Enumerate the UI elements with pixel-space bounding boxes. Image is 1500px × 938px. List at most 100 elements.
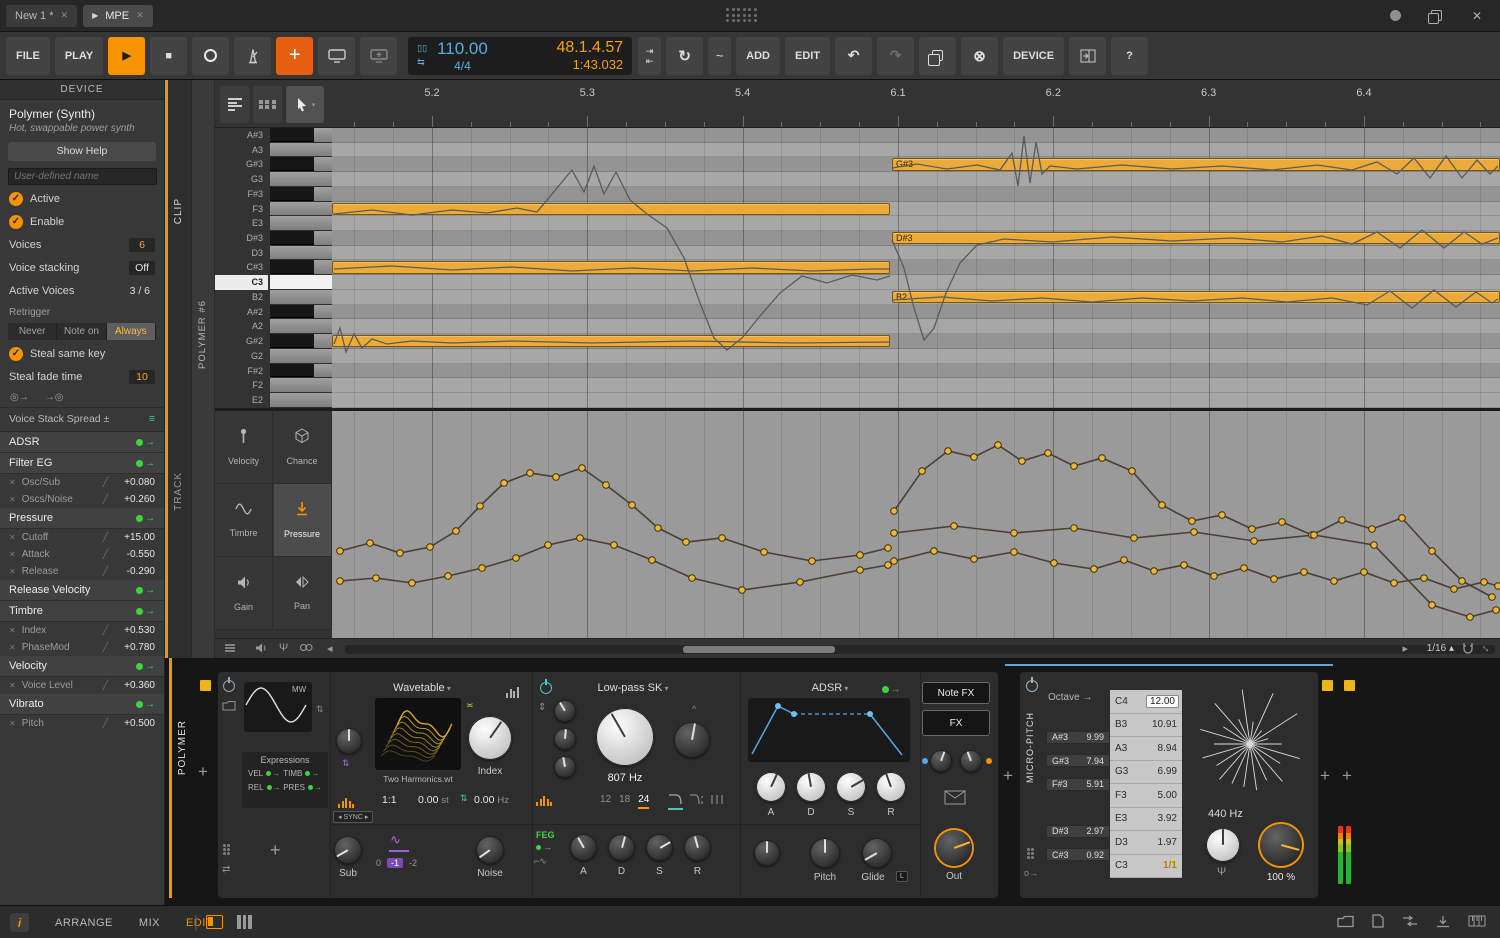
status-dot[interactable]	[1390, 10, 1401, 21]
piano-key[interactable]	[270, 143, 332, 158]
tempo-follow-button[interactable]: ~	[708, 37, 731, 75]
download-icon[interactable]	[1436, 915, 1450, 928]
micropitch-row-c4[interactable]: C412.00	[1110, 690, 1182, 714]
mod-amount-value[interactable]: +0.500	[115, 718, 155, 729]
mod-target-row[interactable]: ✕Index╱+0.530	[0, 622, 164, 639]
out-knob[interactable]	[936, 830, 972, 866]
note-grid[interactable]: G#3D#3B2	[332, 128, 1500, 408]
mod-target-row[interactable]: ✕Voice Level╱+0.360	[0, 677, 164, 694]
remove-mod-icon[interactable]: ✕	[9, 567, 16, 576]
remove-mod-icon[interactable]: ✕	[9, 681, 16, 690]
offset-value[interactable]: 0.00 Hz	[474, 794, 509, 806]
expression-graph[interactable]	[332, 411, 1500, 638]
comb-icon[interactable]	[710, 793, 724, 806]
micropitch-power-button[interactable]	[1026, 680, 1038, 692]
metronome-button[interactable]	[234, 37, 271, 75]
mod-amount-value[interactable]: -0.290	[115, 566, 155, 577]
record-button[interactable]	[192, 37, 229, 75]
detune-value[interactable]: 10.91	[1152, 719, 1182, 730]
expression-lane-pressure[interactable]: Pressure	[274, 484, 332, 557]
piano-key[interactable]	[270, 275, 332, 290]
panel-toggle-button[interactable]	[1069, 37, 1106, 75]
note[interactable]: G#3	[892, 158, 1500, 170]
chain-start-marker[interactable]	[200, 680, 211, 691]
tab-track[interactable]: TRACK	[173, 472, 184, 511]
maximize-button[interactable]	[1431, 10, 1442, 21]
time-signature-display[interactable]: 4/4	[437, 59, 488, 73]
mod-amount-value[interactable]: -0.550	[115, 549, 155, 560]
timeline-ruler[interactable]: 5.25.35.46.16.26.36.4	[332, 80, 1500, 128]
envelope-display[interactable]	[748, 698, 910, 762]
time-display[interactable]: 1:43.032	[556, 57, 623, 72]
fold-keys-button[interactable]	[253, 86, 282, 123]
fx-button[interactable]: FX	[922, 710, 990, 736]
piano-key[interactable]	[270, 202, 332, 217]
position-display[interactable]: 48.1.4.57	[556, 39, 623, 57]
expression-rel[interactable]: REL→	[248, 783, 283, 792]
add-device-button[interactable]: +	[1003, 766, 1013, 786]
index-knob[interactable]	[468, 716, 512, 760]
retrigger-never[interactable]: Never	[8, 323, 57, 340]
mod-out-icon[interactable]: →◎	[45, 392, 64, 403]
mic-icon[interactable]: Ψ	[279, 642, 288, 654]
piano-key-row[interactable]: D#3	[215, 231, 332, 246]
pitch-knob[interactable]	[810, 838, 840, 868]
micropitch-row-ds3[interactable]: D#32.97	[1046, 825, 1110, 838]
expression-lane-chance[interactable]: Chance	[274, 411, 332, 484]
expression-lane-velocity[interactable]: Velocity	[215, 411, 273, 484]
piano-key-row[interactable]: F2	[215, 378, 332, 393]
piano-key-row[interactable]: A3	[215, 143, 332, 158]
micropitch-row-c3[interactable]: C31/1	[1110, 855, 1182, 879]
sync-toggle[interactable]: ◂ SYNC ▸	[333, 811, 373, 823]
add-button[interactable]: ADD	[736, 37, 780, 75]
dual-view-toggle[interactable]	[237, 915, 252, 929]
statusbar-mix[interactable]: MIX	[139, 917, 160, 929]
pointer-tool-button[interactable]: ▾	[286, 86, 324, 123]
micropitch-row-b3[interactable]: B310.91	[1110, 714, 1182, 738]
link-icon[interactable]	[299, 642, 314, 656]
mod-source-row[interactable]: Timbre→	[0, 601, 164, 622]
mod-in-icon[interactable]: ◎→	[10, 392, 29, 403]
piano-key[interactable]	[270, 364, 332, 379]
audition-icon[interactable]	[255, 642, 268, 657]
micropitch-row-gs3[interactable]: G#37.94	[1046, 754, 1110, 767]
punch-in-out-button[interactable]: ⇥⇤	[638, 37, 661, 75]
piano-key[interactable]	[270, 246, 332, 261]
micropitch-row-a3[interactable]: A38.94	[1110, 737, 1182, 761]
piano-key[interactable]	[270, 157, 332, 172]
piano-key[interactable]	[270, 216, 332, 231]
device-panel-toggle[interactable]	[206, 915, 223, 929]
wavetable-browser-icon[interactable]	[506, 680, 520, 698]
stacking-value[interactable]: Off	[129, 261, 155, 275]
remove-mod-icon[interactable]: ✕	[9, 626, 16, 635]
slope-shape-icon-2[interactable]	[689, 793, 705, 806]
piano-key-row[interactable]: A#3	[215, 128, 332, 143]
chain-track-name[interactable]: POLYMER	[177, 720, 188, 775]
micropitch-row-f3[interactable]: F35.00	[1110, 784, 1182, 808]
piano-key-row[interactable]: A2	[215, 319, 332, 334]
knob-r[interactable]	[684, 834, 711, 861]
device-power-button[interactable]	[223, 680, 235, 692]
statusbar-arrange[interactable]: ARRANGE	[55, 917, 113, 929]
device-name-input[interactable]	[8, 168, 157, 185]
osc-type-selector[interactable]: Wavetable ▾	[342, 680, 502, 696]
detune-value[interactable]: 5.00	[1158, 790, 1182, 801]
edit-menu-button[interactable]: EDIT	[785, 37, 830, 75]
show-help-button[interactable]: Show Help	[8, 142, 156, 161]
detune-value[interactable]: 5.91	[1086, 779, 1109, 789]
mod-target-row[interactable]: ✕Attack╱-0.550	[0, 546, 164, 563]
knob-s[interactable]	[646, 834, 673, 861]
piano-key[interactable]	[270, 319, 332, 334]
note[interactable]: D#3	[892, 232, 1500, 244]
piano-key-row[interactable]: A#2	[215, 305, 332, 320]
micropitch-row-g3[interactable]: G36.99	[1110, 761, 1182, 785]
remove-mod-icon[interactable]: ✕	[9, 495, 16, 504]
mod-amount-value[interactable]: +0.360	[115, 680, 155, 691]
voice-stack-spread-row[interactable]: Voice Stack Spread ±≡	[0, 407, 164, 429]
piano-key-row[interactable]: D3	[215, 246, 332, 261]
fx-knob-1[interactable]	[930, 750, 952, 772]
snap-icon[interactable]	[1462, 642, 1474, 657]
note-fx-button[interactable]: Note FX	[922, 682, 990, 704]
micropitch-row-fs3[interactable]: F#35.91	[1046, 778, 1110, 791]
piano-key-row[interactable]: G2	[215, 349, 332, 364]
